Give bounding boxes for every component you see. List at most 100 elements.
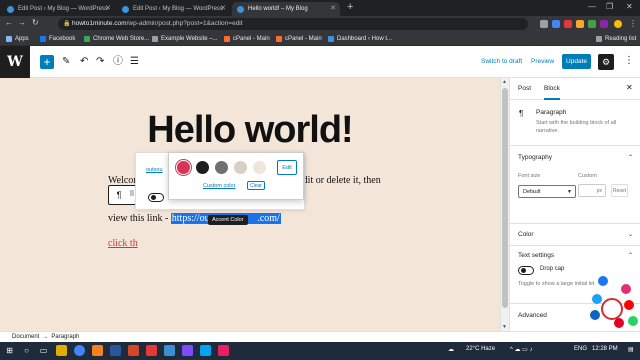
weather-icon[interactable]: ☁	[448, 346, 454, 353]
advanced-heading[interactable]: Advanced	[518, 312, 547, 319]
wordpress-logo-icon[interactable]: W	[0, 46, 30, 78]
extension-icon[interactable]	[576, 20, 584, 28]
color-swatch-black[interactable]	[196, 161, 209, 174]
reload-icon[interactable]: ↻	[32, 18, 39, 27]
collapse-chevron-up-icon[interactable]: ⌃	[628, 154, 633, 161]
chrome-icon[interactable]	[74, 345, 85, 356]
bookmark-label: Example Website –...	[161, 36, 218, 42]
settings-gear-icon[interactable]: ⚙	[598, 54, 614, 70]
text-settings-heading[interactable]: Text settings	[518, 252, 554, 259]
color-heading[interactable]: Color	[518, 231, 534, 238]
list-view-icon[interactable]: ☰	[130, 55, 139, 69]
browser-tab-2[interactable]: Edit Post ‹ My Blog — WordPress ✕	[117, 2, 230, 16]
minimize-icon[interactable]: —	[588, 2, 596, 11]
scroll-down-icon[interactable]: ▼	[502, 324, 507, 330]
back-icon[interactable]: ←	[5, 18, 13, 27]
app-icon[interactable]	[182, 345, 193, 356]
paragraph-line-3[interactable]: click th	[108, 238, 138, 249]
paragraph-block-icon[interactable]: ¶	[112, 186, 126, 204]
scroll-up-icon[interactable]: ▲	[502, 79, 507, 85]
typography-heading[interactable]: Typography	[518, 154, 552, 161]
windows-start-icon[interactable]: ⊞	[4, 345, 15, 356]
paragraph-link[interactable]: click th	[108, 238, 138, 249]
search-icon[interactable]: ○	[21, 345, 32, 356]
update-button[interactable]: Update	[562, 54, 591, 69]
editor-scrollbar[interactable]: ▲ ▼	[500, 78, 509, 331]
new-tab-icon[interactable]: +	[347, 1, 353, 13]
link-url-preview[interactable]: outsou	[146, 167, 163, 173]
file-explorer-icon[interactable]	[56, 345, 67, 356]
browser-tab-1[interactable]: Edit Post ‹ My Blog — WordPress ✕	[2, 2, 115, 16]
edit-link-button[interactable]: Edit	[277, 160, 297, 175]
bookmark-apps[interactable]: Apps	[6, 33, 29, 45]
extension-icon[interactable]	[552, 20, 560, 28]
browser-menu-icon[interactable]: ⋮	[629, 19, 637, 28]
bookmark-cpanel-1[interactable]: cPanel - Main	[224, 33, 270, 45]
close-window-icon[interactable]: ✕	[626, 2, 633, 11]
font-size-select[interactable]: Default ▼	[518, 185, 576, 198]
post-title[interactable]: Hello world!	[0, 109, 500, 152]
app-icon[interactable]	[92, 345, 103, 356]
add-block-button[interactable]: +	[40, 55, 54, 69]
reading-list[interactable]: Reading list	[596, 33, 636, 45]
app-icon[interactable]	[218, 345, 229, 356]
expand-chevron-down-icon[interactable]: ⌄	[628, 231, 633, 238]
url-input[interactable]: 🔒 howto1minute.com/wp-admin/post.php?pos…	[58, 18, 528, 30]
powerpoint-icon[interactable]	[128, 345, 139, 356]
bookmark-facebook[interactable]: Facebook	[40, 33, 75, 45]
custom-font-size-input[interactable]: px	[578, 184, 606, 197]
sidebar-tabs: Post Block ✕	[510, 78, 640, 100]
close-tab-icon[interactable]: ✕	[220, 2, 226, 16]
store-icon[interactable]	[200, 345, 211, 356]
browser-tab-3-active[interactable]: Hello world! – My Blog ✕	[232, 2, 340, 16]
language-indicator[interactable]: ENG	[574, 346, 587, 352]
bookmark-cpanel-2[interactable]: cPanel - Main	[276, 33, 322, 45]
forward-icon[interactable]: →	[18, 18, 26, 27]
browser-tab-title: Edit Post ‹ My Blog — WordPress	[18, 6, 108, 12]
color-swatch-cream[interactable]	[253, 161, 266, 174]
clear-color-button[interactable]: Clear	[247, 181, 265, 190]
text-settings-panel: Text settings ⌃ Drop cap Toggle to show …	[510, 246, 640, 304]
switch-to-draft-button[interactable]: Switch to draft	[481, 58, 522, 65]
close-tab-icon[interactable]: ✕	[105, 2, 111, 16]
mail-icon[interactable]	[164, 345, 175, 356]
breadcrumb-document[interactable]: Document	[12, 334, 39, 340]
weather-text[interactable]: 22°C Haze	[466, 346, 495, 352]
color-swatch-beige[interactable]	[234, 161, 247, 174]
tab-post[interactable]: Post	[518, 78, 531, 100]
color-swatch-gray[interactable]	[215, 161, 228, 174]
word-icon[interactable]	[110, 345, 121, 356]
bookmark-chrome-web-store[interactable]: Chrome Web Store...	[84, 33, 149, 45]
close-sidebar-icon[interactable]: ✕	[626, 83, 633, 92]
bookmark-star-icon[interactable]	[540, 20, 548, 28]
close-tab-icon[interactable]: ✕	[330, 2, 336, 16]
reset-font-size-button[interactable]: Reset	[611, 184, 628, 197]
recorder-icon[interactable]	[146, 345, 157, 356]
breadcrumb-paragraph[interactable]: Paragraph	[51, 334, 79, 340]
bookmark-example[interactable]: Example Website –...	[152, 33, 218, 45]
scrollbar-thumb[interactable]	[502, 88, 508, 308]
tools-pencil-icon[interactable]: ✎	[62, 55, 70, 69]
extensions-puzzle-icon[interactable]	[600, 20, 608, 28]
preview-button[interactable]: Preview	[531, 58, 554, 65]
tab-block[interactable]: Block	[544, 78, 560, 100]
custom-color-link[interactable]: Custom color	[203, 183, 235, 189]
clock[interactable]: 12:28 PM	[592, 346, 618, 352]
undo-icon[interactable]: ↶	[80, 55, 88, 69]
maximize-icon[interactable]: ❐	[606, 2, 613, 11]
extension-icon[interactable]	[588, 20, 596, 28]
redo-icon[interactable]: ↷	[96, 55, 104, 69]
extension-icon[interactable]	[564, 20, 572, 28]
task-view-icon[interactable]: ▭	[38, 345, 49, 356]
bookmark-dashboard[interactable]: Dashboard ‹ How t...	[328, 33, 392, 45]
collapse-chevron-up-icon[interactable]: ⌃	[628, 252, 633, 259]
profile-avatar[interactable]	[614, 20, 622, 28]
paragraph-line-2[interactable]: view this link - https://outxxxxxxxxx.co…	[108, 213, 281, 224]
notifications-icon[interactable]: ▤	[628, 346, 634, 353]
details-info-icon[interactable]: ⓘ	[113, 55, 123, 69]
open-in-new-tab-toggle[interactable]	[148, 193, 164, 202]
options-more-icon[interactable]: ⋮	[624, 55, 634, 66]
tray-icons[interactable]: ^ ☁ ▭ ♪	[510, 346, 533, 353]
color-swatch-red[interactable]	[177, 161, 190, 174]
drop-cap-toggle[interactable]	[518, 266, 534, 275]
